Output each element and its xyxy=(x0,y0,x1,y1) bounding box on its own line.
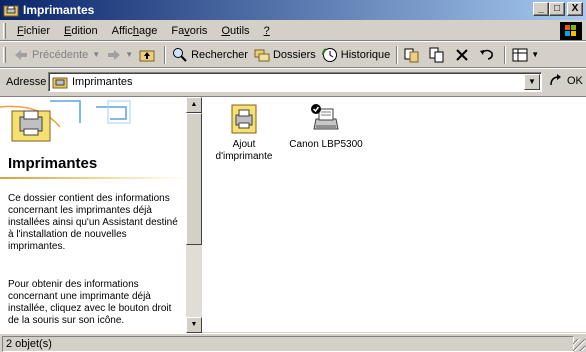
go-button[interactable]: OK xyxy=(548,73,583,89)
undo-button[interactable] xyxy=(476,44,501,66)
content-area: Imprimantes Ce dossier contient des info… xyxy=(0,96,586,333)
menu-edition[interactable]: Edition xyxy=(57,23,105,39)
menubar-grip[interactable] xyxy=(3,22,6,39)
go-arrow-icon xyxy=(548,73,564,89)
toolbar-separator xyxy=(504,45,507,64)
toolbar-grip[interactable] xyxy=(3,46,6,63)
resize-grip[interactable] xyxy=(573,339,585,351)
back-arrow-icon xyxy=(13,47,29,63)
list-item[interactable]: Canon LBP5300 xyxy=(286,97,366,151)
menu-bar: Fichier Edition Affichage Favoris Outils… xyxy=(0,21,586,41)
views-icon xyxy=(512,47,528,63)
panel-banner xyxy=(0,97,186,151)
toolbar: Précédente ▼ ▼ Rechercher Dossiers Histo… xyxy=(0,42,586,68)
menu-help[interactable]: ? xyxy=(257,23,277,39)
printers-folder-icon xyxy=(52,74,68,90)
move-to-button[interactable] xyxy=(401,44,426,66)
menu-favoris[interactable]: Favoris xyxy=(164,23,214,39)
maximize-button[interactable]: □ xyxy=(549,2,565,16)
icon-view: Ajout d'imprimante Canon LBP5300 xyxy=(204,97,586,333)
back-button[interactable]: Précédente ▼ xyxy=(10,44,103,66)
status-bar: 2 objet(s) xyxy=(0,333,586,352)
web-view-panel: Imprimantes Ce dossier contient des info… xyxy=(0,97,186,333)
panel-description: Ce dossier contient des informations con… xyxy=(8,193,178,252)
delete-x-icon xyxy=(454,47,470,63)
minimize-button[interactable]: _ xyxy=(533,2,549,16)
list-item[interactable]: Ajout d'imprimante xyxy=(204,97,284,163)
address-bar: Adresse Imprimantes ▼ OK xyxy=(0,70,586,94)
scroll-up-button[interactable]: ▲ xyxy=(186,97,202,113)
scroll-thumb[interactable] xyxy=(186,113,202,245)
address-value: Imprimantes xyxy=(72,76,133,88)
history-label: Historique xyxy=(340,48,391,61)
item-label: Ajout d'imprimante xyxy=(215,139,273,162)
panel-title: Imprimantes xyxy=(8,155,98,172)
move-to-icon xyxy=(404,47,420,63)
go-label: OK xyxy=(567,75,583,87)
forward-dropdown-icon[interactable]: ▼ xyxy=(125,50,133,59)
folders-icon xyxy=(254,47,270,63)
default-printer-icon xyxy=(310,103,342,135)
search-icon xyxy=(172,47,188,63)
toolbar-separator xyxy=(396,45,399,64)
panel-help-text: Pour obtenir des informations concernant… xyxy=(8,279,172,326)
address-field[interactable]: Imprimantes ▼ xyxy=(48,72,542,92)
status-text: 2 objet(s) xyxy=(2,336,574,352)
back-dropdown-icon[interactable]: ▼ xyxy=(92,50,100,59)
address-label: Adresse xyxy=(6,76,47,88)
vertical-scrollbar[interactable]: ▲ ▼ xyxy=(186,97,202,333)
toolbar-separator xyxy=(164,45,167,64)
folders-label: Dossiers xyxy=(272,48,316,61)
title-bar[interactable]: Imprimantes _ □ X xyxy=(0,0,586,20)
copy-to-button[interactable] xyxy=(426,44,451,66)
menu-fichier[interactable]: Fichier xyxy=(10,23,57,39)
back-label: Précédente xyxy=(32,48,89,61)
address-dropdown-button[interactable]: ▼ xyxy=(524,74,540,90)
history-icon xyxy=(321,47,338,63)
close-button[interactable]: X xyxy=(567,2,583,16)
copy-to-icon xyxy=(429,47,445,63)
folders-button[interactable]: Dossiers xyxy=(251,44,319,66)
up-folder-icon xyxy=(139,47,155,63)
up-folder-button[interactable] xyxy=(136,44,161,66)
delete-button[interactable] xyxy=(451,44,476,66)
forward-button[interactable]: ▼ xyxy=(103,44,136,66)
menu-affichage[interactable]: Affichage xyxy=(105,23,165,39)
windows-logo-icon xyxy=(560,22,582,40)
printers-folder-icon xyxy=(3,2,19,18)
item-label: Canon LBP5300 xyxy=(289,139,363,150)
views-dropdown-icon[interactable]: ▼ xyxy=(531,50,539,59)
views-button[interactable]: ▼ xyxy=(509,44,542,66)
add-printer-icon xyxy=(228,103,260,135)
undo-icon xyxy=(479,47,495,63)
scroll-down-button[interactable]: ▼ xyxy=(186,317,202,333)
forward-arrow-icon xyxy=(106,47,122,63)
search-label: Rechercher xyxy=(191,48,248,61)
window-title: Imprimantes xyxy=(23,3,95,17)
panel-divider xyxy=(0,177,186,179)
history-button[interactable]: Historique xyxy=(319,44,394,66)
menu-outils[interactable]: Outils xyxy=(214,23,256,39)
search-button[interactable]: Rechercher xyxy=(169,44,251,66)
